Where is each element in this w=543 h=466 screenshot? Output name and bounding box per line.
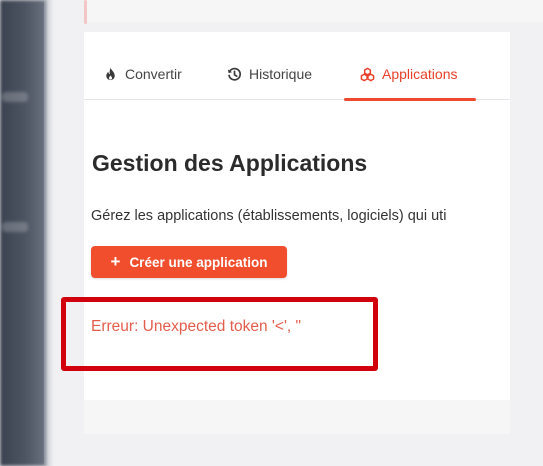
tab-label: Applications	[382, 66, 458, 82]
create-application-label: Créer une application	[129, 254, 268, 270]
error-highlight-box	[61, 297, 378, 371]
active-tab-indicator	[344, 98, 476, 101]
page-title: Gestion des Applications	[92, 150, 368, 176]
tab-label: Convertir	[125, 66, 182, 82]
tab-applications[interactable]: Applications	[344, 66, 476, 101]
flame-icon	[103, 67, 118, 82]
sidebar	[0, 0, 46, 466]
footer-strip	[84, 400, 510, 434]
applications-icon	[360, 67, 375, 82]
tab-label: Historique	[249, 66, 313, 82]
tab-bar: Convertir Historique Applications	[84, 32, 510, 101]
sidebar-item-blurred	[2, 222, 28, 232]
plus-icon: +	[110, 252, 121, 271]
tab-convertir[interactable]: Convertir	[103, 66, 182, 100]
page-description: Gérez les applications (établissements, …	[91, 208, 447, 224]
top-bar	[84, 0, 543, 24]
sidebar-item-blurred	[2, 92, 28, 102]
tab-historique[interactable]: Historique	[227, 66, 312, 100]
sidebar-shadow	[44, 0, 54, 466]
top-bar-accent	[84, 0, 87, 24]
create-application-button[interactable]: + Créer une application	[91, 246, 287, 278]
history-icon	[227, 67, 242, 82]
